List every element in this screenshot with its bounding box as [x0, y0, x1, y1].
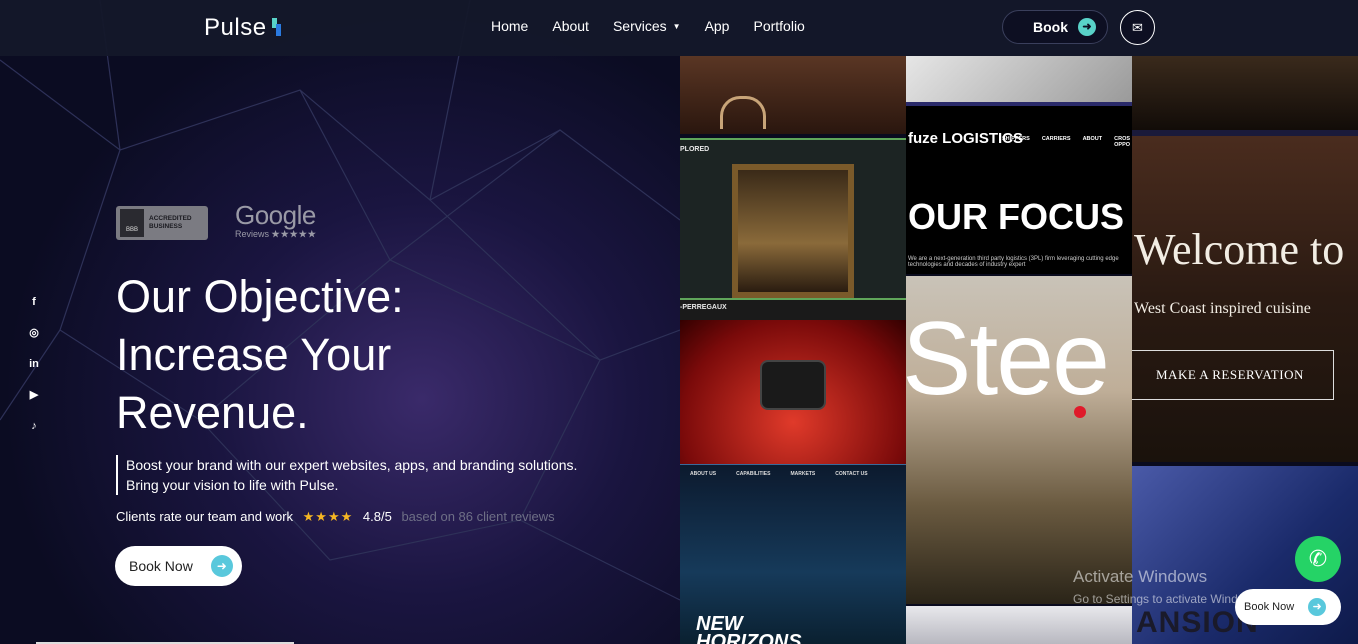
- instagram-icon[interactable]: ◎: [27, 325, 41, 341]
- arrow-right-icon: ➜: [1308, 598, 1327, 616]
- logo-mark-icon: [270, 16, 282, 38]
- nav-book-button[interactable]: Book ➜: [1002, 10, 1108, 44]
- horizons-menu-item: CONTACT US: [835, 471, 868, 477]
- google-sub: Reviews ★★★★★: [235, 229, 317, 240]
- watch-backdrop: [680, 320, 906, 464]
- linkedin-icon[interactable]: in: [27, 356, 41, 372]
- rating-based: based on 86 client reviews: [401, 509, 555, 524]
- fuze-nav-item: ABOUT: [1082, 136, 1103, 142]
- portfolio-tile-restaurant[interactable]: Welcome to West Coast inspired cuisine M…: [1132, 130, 1358, 462]
- hero-title: Our Objective: Increase Your Revenue.: [116, 268, 536, 442]
- tiktok-icon[interactable]: ♪: [27, 418, 41, 434]
- hero-title-line1: Our Objective:: [116, 271, 404, 322]
- top-navbar: Pulse Home About Services ▼ App Portfolio…: [0, 0, 1358, 56]
- mail-button[interactable]: ✉: [1120, 10, 1155, 45]
- client-rating: Clients rate our team and work ★★★★ 4.8/…: [116, 509, 555, 525]
- portfolio-tile-watch[interactable]: -PERREGAUX: [680, 298, 906, 464]
- pulse-logo[interactable]: Pulse: [204, 14, 282, 42]
- activate-title: Activate Windows: [1073, 567, 1208, 586]
- activate-windows-watermark: Activate Windows Go to Settings to activ…: [1073, 566, 1262, 610]
- google-reviews-badge: Google Reviews ★★★★★: [235, 200, 317, 240]
- portfolio-tile-bottom[interactable]: [906, 606, 1132, 644]
- bbb-line1: ACCREDITED: [149, 215, 192, 222]
- whatsapp-icon: ✆: [1308, 546, 1328, 571]
- horizons-title-line2: HORIZONS: [696, 631, 802, 644]
- museum-label: PLORED: [680, 146, 710, 153]
- nav-about[interactable]: About: [552, 18, 589, 34]
- steel-word: Stee: [906, 301, 1110, 417]
- rating-lead: Clients rate our team and work: [116, 509, 294, 524]
- nav-services-label: Services: [612, 18, 667, 34]
- reservation-button: MAKE A RESERVATION: [1132, 350, 1334, 400]
- watch-label: -PERREGAUX: [680, 304, 727, 311]
- fuze-nav: SHIPPERS CARRIERS ABOUT CROS OPPO: [1002, 136, 1132, 148]
- fuze-nav-item: SHIPPERS: [1002, 136, 1030, 142]
- rating-stars: ★★★★: [302, 509, 354, 524]
- portfolio-tile-new-horizons[interactable]: ABOUT US CAPABILITIES MARKETS CONTACT US…: [680, 464, 906, 644]
- horizons-menu-item: MARKETS: [790, 471, 816, 477]
- horizons-menu-item: ABOUT US: [690, 471, 717, 477]
- hero-desc-line2: Bring your vision to life with Pulse.: [126, 477, 339, 493]
- horizons-menu: ABOUT US CAPABILITIES MARKETS CONTACT US: [690, 471, 868, 477]
- arrow-right-icon: ➜: [210, 555, 233, 577]
- nav-book-label: Book: [1033, 19, 1068, 35]
- hero-title-line2: Increase Your: [116, 329, 392, 380]
- portfolio-tile-fuze[interactable]: fuze LOGISTICS SHIPPERS CARRIERS ABOUT C…: [906, 102, 1132, 274]
- portfolio-tile-steel[interactable]: Stee: [906, 276, 1132, 604]
- activate-sub: Go to Settings to activate Windows.: [1073, 592, 1263, 606]
- hero-book-now-label: Book Now: [129, 558, 193, 574]
- mail-icon: ✉: [1132, 19, 1143, 35]
- portfolio-tile-bar[interactable]: [1132, 56, 1358, 130]
- fuze-paragraph: We are a next-generation third party log…: [908, 256, 1119, 268]
- main-menu: Home About Services ▼ App Portfolio: [491, 18, 805, 34]
- facebook-icon[interactable]: f: [27, 294, 41, 310]
- bbb-line2: BUSINESS: [149, 223, 183, 230]
- hero-description: Boost your brand with our expert website…: [116, 455, 636, 495]
- nav-app[interactable]: App: [705, 18, 730, 34]
- portfolio-tile-sketch[interactable]: [906, 56, 1132, 102]
- nav-portfolio[interactable]: Portfolio: [753, 18, 804, 34]
- floating-book-now-button[interactable]: Book Now ➜: [1235, 589, 1341, 625]
- restaurant-welcome: Welcome to: [1134, 225, 1345, 274]
- nav-services[interactable]: Services ▼: [613, 18, 681, 34]
- google-wordmark: Google: [235, 200, 316, 230]
- hero-book-now-button[interactable]: Book Now ➜: [115, 546, 242, 586]
- rating-score: 4.8/5: [362, 509, 392, 524]
- hero-desc-line1: Boost your brand with our expert website…: [126, 457, 578, 473]
- horizons-title: NEW HORIZONS: [696, 614, 802, 644]
- watch-image: [760, 360, 826, 410]
- red-dot-icon: [1074, 406, 1086, 418]
- painting-image: [732, 164, 854, 298]
- portfolio-tile-museum[interactable]: PLORED: [680, 138, 906, 298]
- whatsapp-button[interactable]: ✆: [1295, 536, 1341, 582]
- horizons-menu-item: CAPABILITIES: [736, 471, 771, 477]
- chevron-down-icon: ▼: [672, 22, 681, 31]
- arrow-right-icon: ➜: [1078, 18, 1096, 36]
- restaurant-cuisine: West Coast inspired cuisine: [1134, 300, 1311, 317]
- floating-book-label: Book Now: [1244, 601, 1295, 613]
- bbb-badge: BBB ACCREDITED BUSINESS: [116, 206, 208, 240]
- youtube-icon[interactable]: ▶: [27, 387, 41, 403]
- bbb-text: ACCREDITED BUSINESS: [149, 215, 192, 231]
- logo-text: Pulse: [204, 14, 267, 41]
- nav-home[interactable]: Home: [491, 18, 528, 34]
- social-links: f ◎ in ▶ ♪: [27, 294, 41, 434]
- fuze-nav-item: CARRIERS: [1041, 136, 1071, 142]
- fuze-heading: OUR FOCUS: [908, 196, 1124, 237]
- portfolio-tile-storefront[interactable]: [680, 56, 906, 134]
- hero-title-line3: Revenue.: [116, 387, 309, 438]
- bbb-logo-icon: BBB: [120, 209, 144, 237]
- google-reviews-label: Reviews: [235, 229, 270, 239]
- fuze-nav-item: CROS OPPO: [1114, 136, 1131, 148]
- google-stars: ★★★★★: [271, 229, 317, 239]
